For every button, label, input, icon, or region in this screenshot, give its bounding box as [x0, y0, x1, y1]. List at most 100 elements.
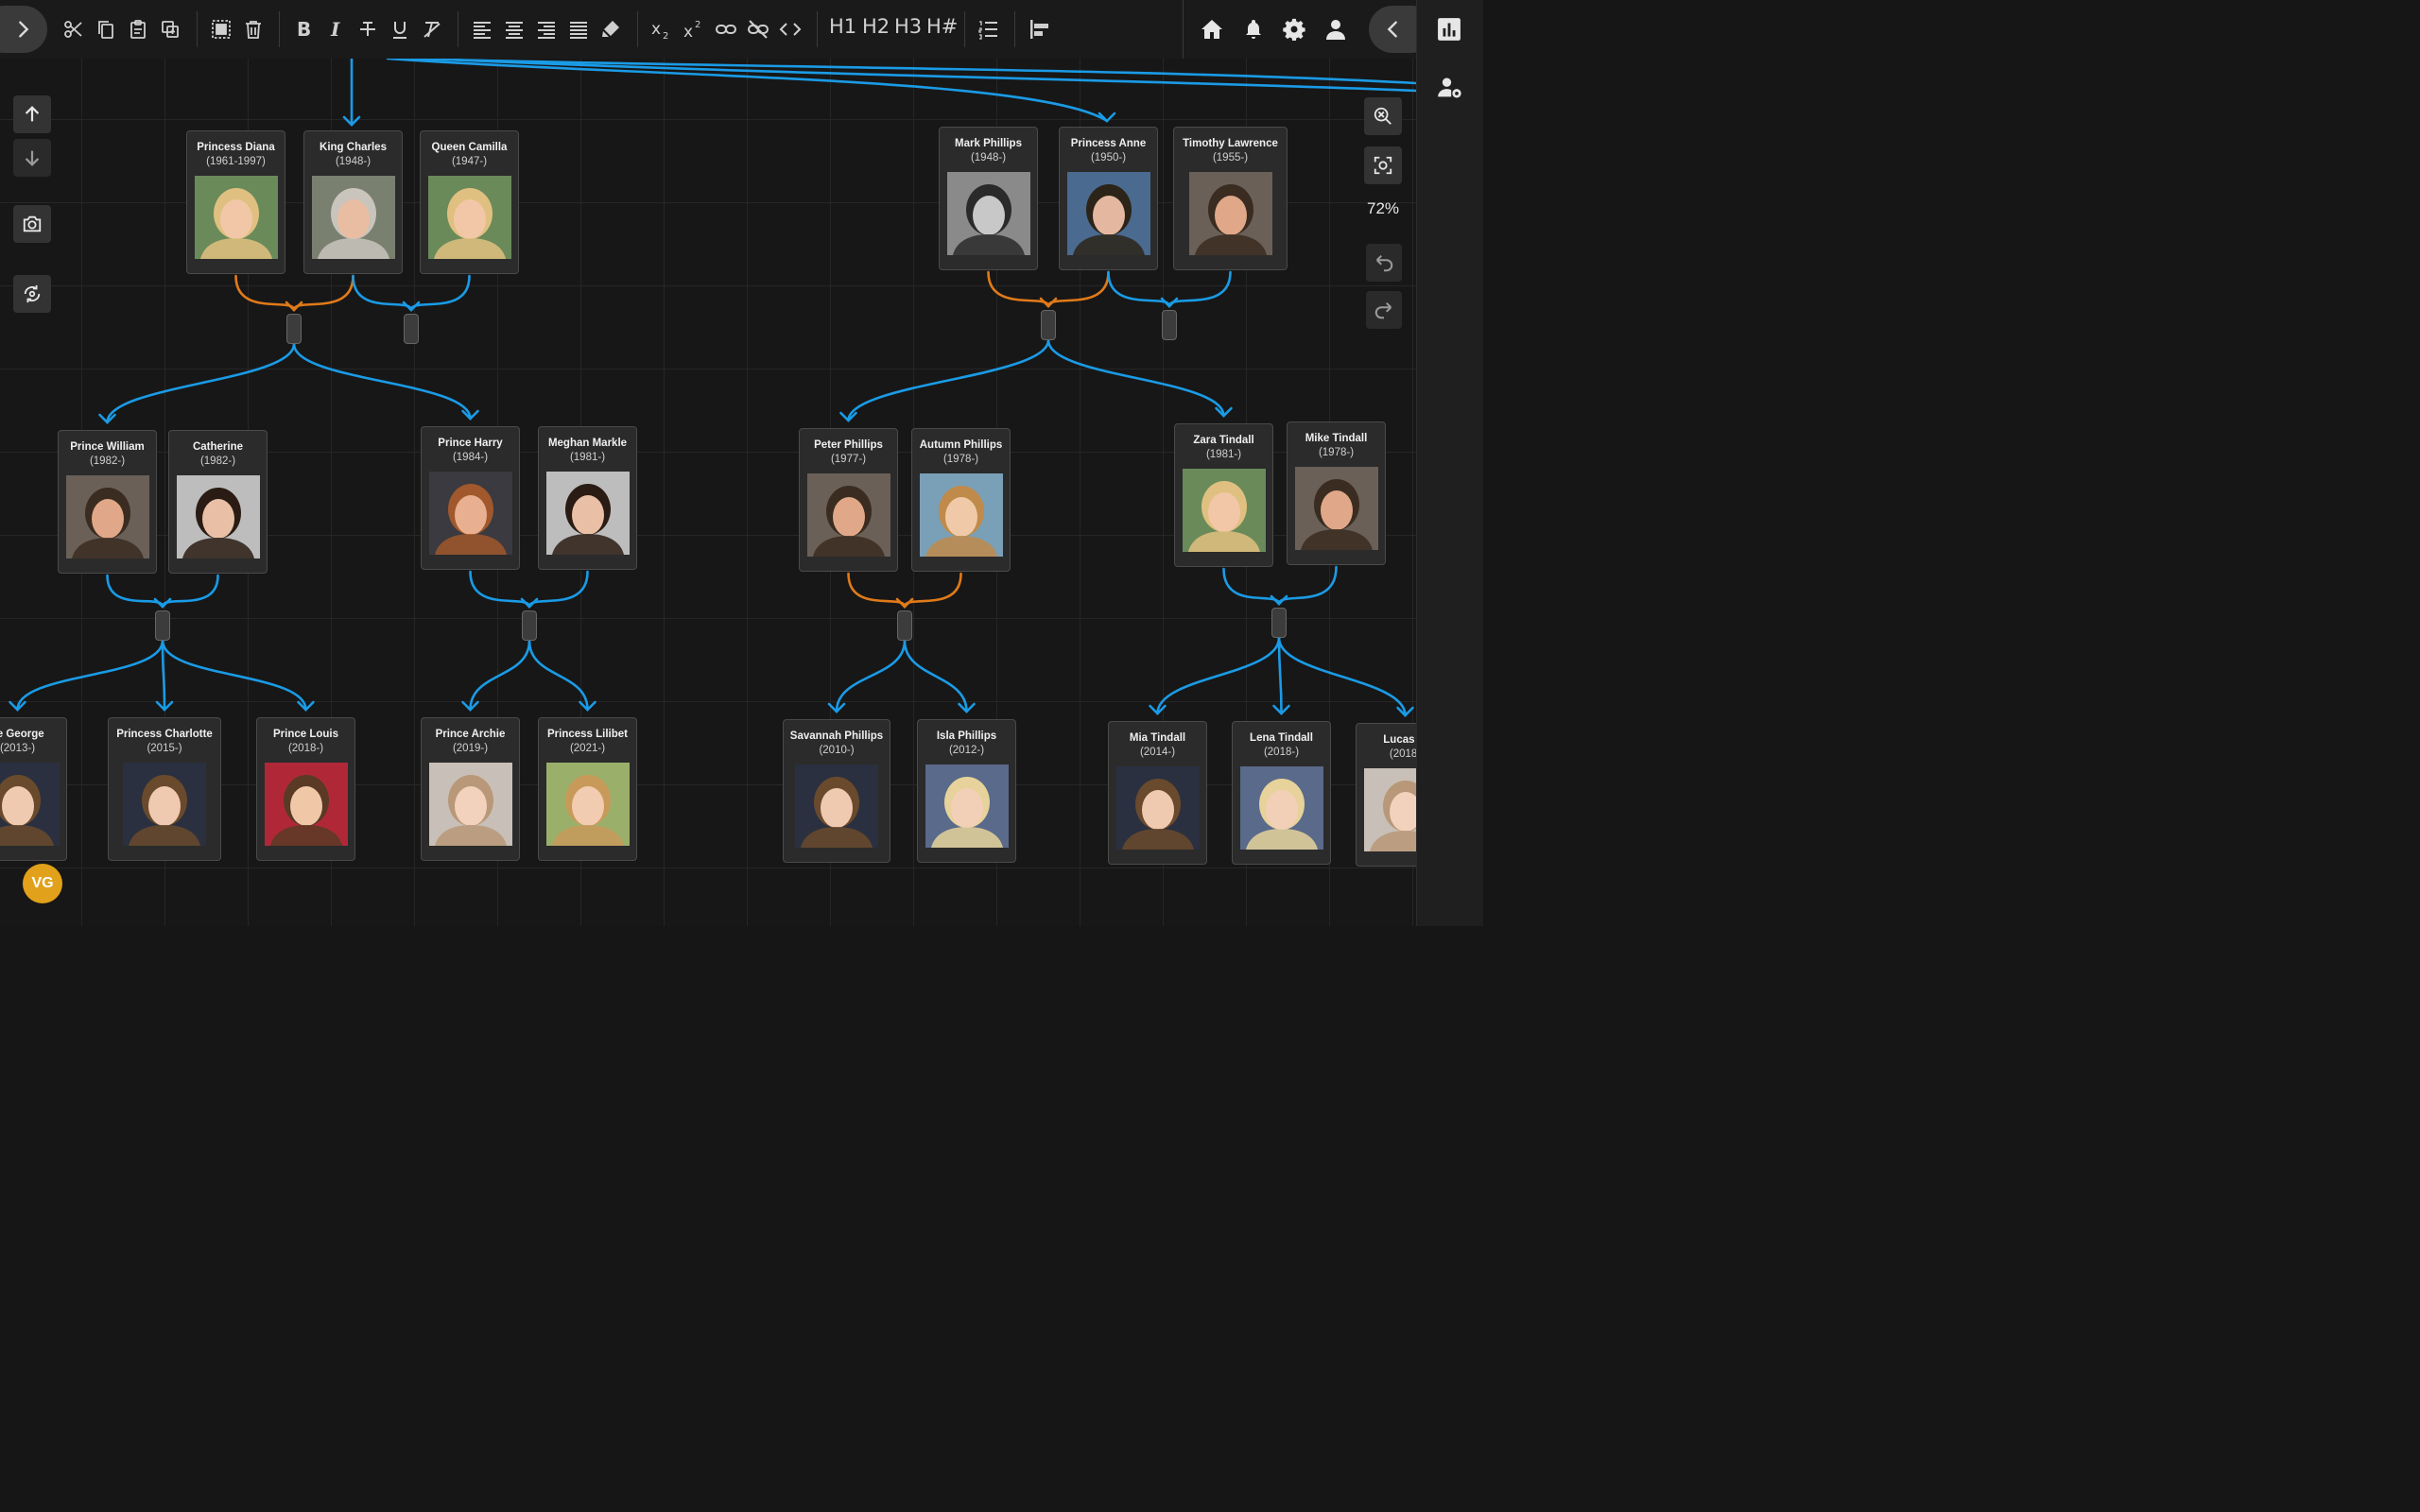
strikethrough-button[interactable]	[353, 13, 383, 45]
person-card[interactable]: Zara Tindall (1981-)	[1174, 423, 1273, 567]
relationship-link	[386, 59, 1109, 123]
screenshot-button[interactable]	[13, 205, 51, 243]
portrait-photo	[1188, 172, 1272, 255]
person-card[interactable]: Meghan Markle (1981-)	[538, 426, 637, 570]
delete-button[interactable]	[238, 13, 268, 45]
home-button[interactable]	[1197, 13, 1227, 45]
family-tree-canvas[interactable]: Princess Diana (1961-1997) King Charles (19…	[0, 59, 1416, 926]
settings-button[interactable]	[1279, 13, 1309, 45]
unlink-icon	[748, 20, 769, 39]
clear-format-button[interactable]	[417, 13, 447, 45]
relationship-link	[285, 301, 303, 312]
union-node[interactable]	[522, 610, 537, 641]
move-up-button[interactable]	[13, 95, 51, 133]
person-card[interactable]: Autumn Phillips (1978-)	[911, 428, 1011, 572]
portrait-photo	[919, 473, 1003, 557]
undo-button[interactable]	[1366, 244, 1402, 282]
highlighter-button[interactable]	[596, 13, 626, 45]
subscript-button[interactable]: x2	[647, 13, 677, 45]
union-node[interactable]	[1041, 310, 1056, 340]
heading-3-button[interactable]: H3	[894, 15, 922, 38]
union-node[interactable]	[897, 610, 912, 641]
person-card[interactable]: Mia Tindall (2014-)	[1108, 721, 1207, 865]
person-card[interactable]: Prince William (1982-)	[58, 430, 157, 574]
highlighter-icon	[602, 21, 619, 37]
person-card[interactable]: King Charles (1948-)	[303, 130, 403, 274]
union-node[interactable]	[286, 314, 302, 344]
duplicate-icon	[162, 21, 179, 38]
numbered-list-button[interactable]	[973, 13, 1003, 45]
relationship-link	[835, 639, 907, 713]
person-card[interactable]: Isla Phillips (2012-)	[917, 719, 1016, 863]
user-avatar[interactable]: VG	[23, 864, 62, 903]
person-photo	[1188, 172, 1272, 255]
person-card[interactable]: Princess Lilibet (2021-)	[538, 717, 637, 861]
relationship-link	[527, 639, 589, 712]
link-button[interactable]	[711, 13, 741, 45]
clipboard-icon	[130, 20, 146, 39]
profile-button[interactable]	[1321, 13, 1351, 45]
zoom-level: 72%	[1367, 199, 1400, 217]
bar-chart-icon	[1438, 18, 1461, 41]
union-node[interactable]	[1271, 608, 1287, 638]
unlink-button[interactable]	[743, 13, 773, 45]
svg-text:2: 2	[695, 20, 700, 30]
align-center-button[interactable]	[499, 13, 529, 45]
person-card[interactable]: Mike Tindall (1978-)	[1287, 421, 1386, 565]
relationship-link	[903, 639, 968, 713]
person-card[interactable]: Timothy Lawrence (1955-)	[1173, 127, 1288, 270]
person-card[interactable]: ce George (2013-)	[0, 717, 67, 861]
person-name: Mike Tindall	[1305, 433, 1368, 444]
person-card[interactable]: Catherine (1982-)	[168, 430, 268, 574]
union-node[interactable]	[155, 610, 170, 641]
redo-button[interactable]	[1366, 291, 1402, 329]
person-photo	[1066, 172, 1150, 255]
person-card[interactable]: Princess Anne (1950-)	[1059, 127, 1158, 270]
person-name: Zara Tindall	[1193, 435, 1254, 446]
toolbar-separator	[1014, 11, 1015, 47]
heading-2-button[interactable]: H2	[862, 15, 890, 38]
notifications-button[interactable]	[1238, 13, 1269, 45]
reset-view-button[interactable]	[13, 275, 51, 313]
person-card[interactable]: Peter Phillips (1977-)	[799, 428, 898, 572]
user-settings-button[interactable]	[1437, 75, 1463, 101]
union-node[interactable]	[1162, 310, 1177, 340]
person-card[interactable]: Prince Archie (2019-)	[421, 717, 520, 861]
move-down-button[interactable]	[13, 139, 51, 177]
person-card[interactable]: Lena Tindall (2018-)	[1232, 721, 1331, 865]
union-node[interactable]	[404, 314, 419, 344]
expand-panel-button[interactable]	[0, 6, 47, 53]
portrait-photo	[545, 472, 630, 555]
align-right-button[interactable]	[531, 13, 562, 45]
copy-button[interactable]	[91, 13, 121, 45]
italic-button[interactable]: I	[320, 13, 351, 45]
person-card[interactable]: Savannah Phillips (2010-)	[783, 719, 890, 863]
person-card[interactable]: Lucas Ti (2018-	[1356, 723, 1416, 867]
duplicate-button[interactable]	[155, 13, 185, 45]
person-card[interactable]: Princess Diana (1961-1997)	[186, 130, 285, 274]
person-photo	[1363, 768, 1416, 851]
heading-1-button[interactable]: H1	[829, 15, 856, 38]
person-card[interactable]: Princess Charlotte (2015-)	[108, 717, 221, 861]
code-button[interactable]	[775, 13, 805, 45]
paste-button[interactable]	[123, 13, 153, 45]
bold-button[interactable]: B	[288, 13, 319, 45]
align-left-button[interactable]	[467, 13, 497, 45]
justify-button[interactable]	[563, 13, 594, 45]
align-top-button[interactable]	[1024, 13, 1054, 45]
heading-custom-button[interactable]: H#	[926, 15, 958, 38]
fit-screen-button[interactable]	[1364, 146, 1402, 184]
person-card[interactable]: Prince Harry (1984-)	[421, 426, 520, 570]
relationship-link	[234, 274, 296, 312]
cut-button[interactable]	[59, 13, 89, 45]
person-card[interactable]: Queen Camilla (1947-)	[420, 130, 519, 274]
superscript-button[interactable]: x2	[679, 13, 709, 45]
select-all-button[interactable]	[206, 13, 236, 45]
zoom-in-button[interactable]	[1364, 97, 1402, 135]
person-card[interactable]: Prince Louis (2018-)	[256, 717, 355, 861]
person-name: Princess Diana	[197, 142, 275, 153]
person-card[interactable]: Mark Phillips (1948-)	[939, 127, 1038, 270]
toolbar-separator	[637, 11, 638, 47]
underline-button[interactable]	[385, 13, 415, 45]
statistics-button[interactable]	[1437, 17, 1461, 42]
